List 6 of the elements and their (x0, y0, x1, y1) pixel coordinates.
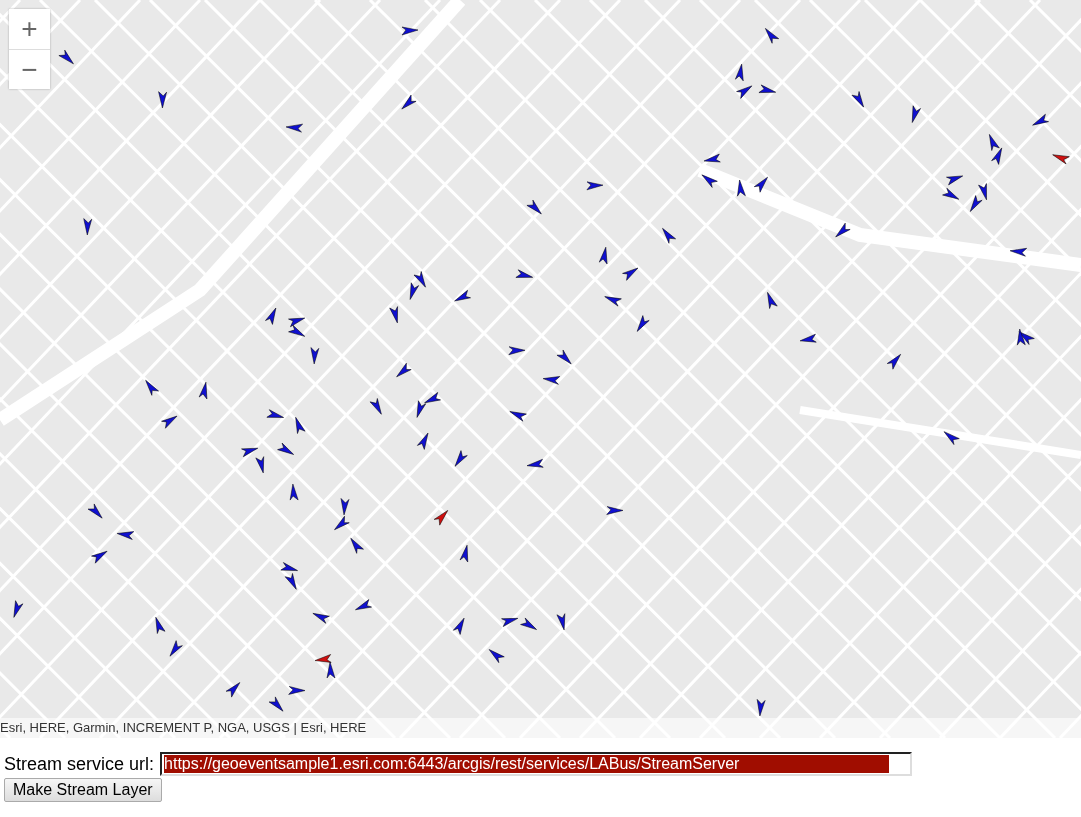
zoom-out-button[interactable]: − (9, 49, 50, 89)
url-input-field[interactable]: https://geoeventsample1.esri.com:6443/arcgis/rest/services/LABus/StreamServer (160, 752, 913, 776)
attribution-text: Esri, HERE, Garmin, INCREMENT P, NGA, USGS | Esri, HERE (0, 718, 1081, 738)
url-label: Stream service url: (4, 753, 155, 775)
make-stream-layer-button[interactable]: Make Stream Layer (4, 778, 162, 802)
zoom-in-button[interactable]: + (9, 9, 50, 49)
